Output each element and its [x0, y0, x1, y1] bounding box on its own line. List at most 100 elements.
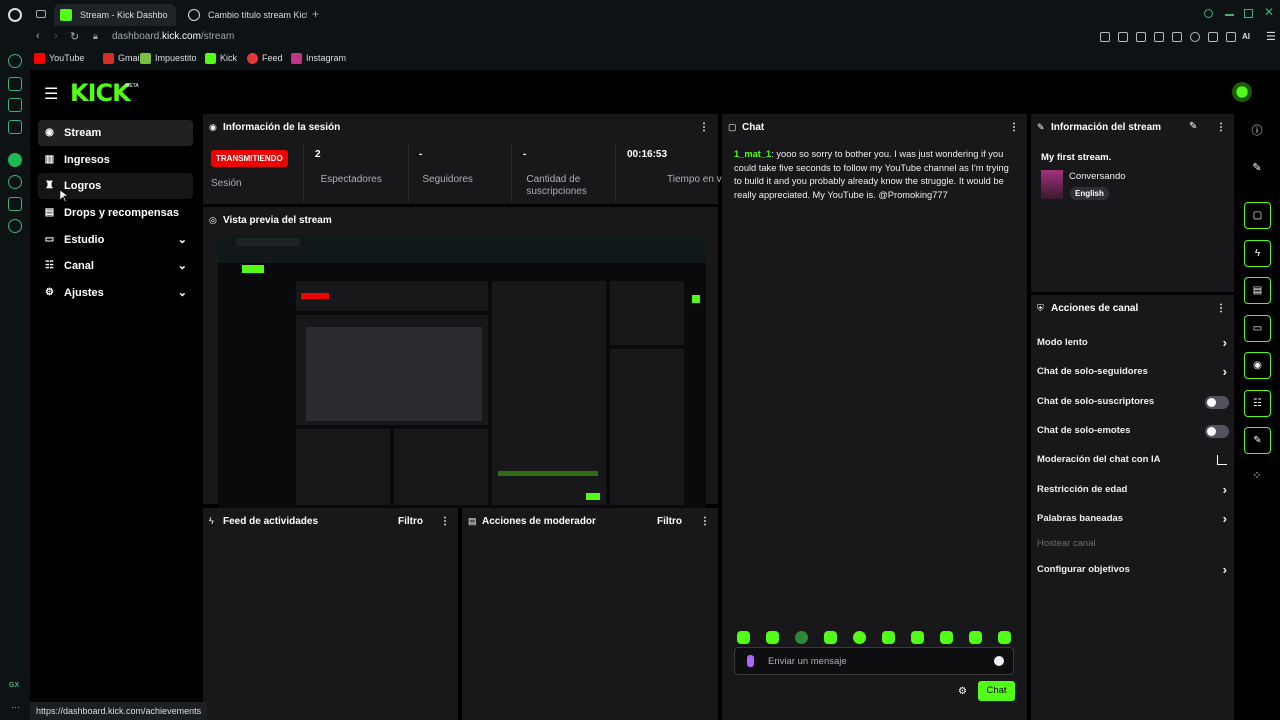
panel-title: Acciones de canal: [1051, 303, 1139, 314]
kebab-menu-icon[interactable]: ⋮: [699, 122, 709, 133]
ai-label[interactable]: AI: [1242, 32, 1250, 41]
edit-icon[interactable]: ✎: [1248, 161, 1266, 179]
snapshot-icon[interactable]: [1118, 32, 1128, 42]
settings-icon[interactable]: [8, 219, 22, 233]
extension-icon[interactable]: [1154, 32, 1164, 42]
forward-icon[interactable]: ›: [54, 30, 58, 42]
rail-chat-button[interactable]: ▭: [1244, 315, 1271, 342]
rail-more-icon[interactable]: ⁘: [1248, 469, 1266, 487]
heart-icon[interactable]: [1190, 32, 1200, 42]
gx-label[interactable]: GX: [9, 682, 19, 689]
more-icon[interactable]: ⋯: [11, 702, 20, 713]
bookmark-instagram[interactable]: Instagram: [291, 53, 346, 64]
rail-document-button[interactable]: ▤: [1244, 277, 1271, 304]
spotify-icon[interactable]: [8, 153, 22, 167]
sidebar-item-stream[interactable]: ◉ Stream: [38, 120, 193, 146]
sidebar-item-ajustes[interactable]: ⚙ Ajustes ⌄: [38, 280, 193, 306]
bookmark-kick[interactable]: Kick: [205, 53, 237, 64]
kebab-menu-icon[interactable]: ⋮: [1216, 303, 1226, 314]
new-tab-icon[interactable]: +: [312, 7, 319, 21]
rail-flash-button[interactable]: ϟ: [1244, 240, 1271, 267]
rail-wrench-button[interactable]: ✎: [1244, 427, 1271, 454]
download-icon[interactable]: [1208, 32, 1218, 42]
banned-words-row[interactable]: Palabras baneadas ›: [1037, 509, 1227, 529]
maximize-icon[interactable]: [1244, 9, 1253, 18]
browser-sidebar-icon[interactable]: [8, 77, 22, 91]
chat-send-button[interactable]: Chat: [978, 681, 1015, 701]
emote-icon[interactable]: [911, 631, 924, 644]
chat-settings-icon[interactable]: ⚙: [958, 686, 967, 697]
sidebar-item-drops[interactable]: ▤ Drops y recompensas: [38, 200, 193, 226]
close-icon[interactable]: ✕: [1264, 5, 1274, 19]
rail-layout-button[interactable]: ☷: [1244, 390, 1271, 417]
back-icon[interactable]: ‹: [36, 30, 40, 42]
emote-icon[interactable]: [766, 631, 779, 644]
tab-stream[interactable]: Stream - Kick Dashbo: [54, 4, 176, 26]
share-icon[interactable]: [1226, 32, 1236, 42]
microphone-icon[interactable]: [747, 655, 754, 667]
minimize-icon[interactable]: [1225, 14, 1234, 16]
emote-icon[interactable]: [940, 631, 953, 644]
browser-sidebar-icon[interactable]: [8, 197, 22, 211]
slow-mode-row[interactable]: Modo lento ›: [1037, 333, 1227, 353]
sidebar-item-canal[interactable]: ☷ Canal ⌄: [38, 253, 193, 279]
emote-icon[interactable]: [969, 631, 982, 644]
info-icon[interactable]: ⓘ: [1248, 122, 1266, 140]
extension-icon[interactable]: [1136, 32, 1146, 42]
browser-sidebar-icon[interactable]: [8, 98, 22, 112]
bookmark-gmail[interactable]: Gmail: [103, 53, 142, 64]
emotes-only-row: Chat de solo-emotes: [1037, 421, 1229, 441]
play-icon[interactable]: [1172, 32, 1182, 42]
emote-icon[interactable]: [795, 631, 808, 644]
bookmark-page-icon[interactable]: [1100, 32, 1110, 42]
chat-message-input[interactable]: Enviar un mensaje: [734, 647, 1014, 675]
preview-tab: [236, 238, 300, 246]
history-icon[interactable]: [8, 175, 22, 189]
filter-button[interactable]: Filtro: [657, 516, 682, 527]
bookmark-impuestito[interactable]: Impuestito: [140, 53, 197, 64]
kick-logo[interactable]: KICK: [70, 79, 131, 107]
edit-icon[interactable]: ✎: [1189, 121, 1197, 132]
tab-cambio[interactable]: Cambio título stream Kick: [182, 4, 307, 26]
emote-icon[interactable]: [824, 631, 837, 644]
filter-button[interactable]: Filtro: [398, 516, 423, 527]
age-restriction-row[interactable]: Restricción de edad ›: [1037, 480, 1227, 500]
kebab-menu-icon[interactable]: ⋮: [440, 516, 450, 527]
menu-icon[interactable]: ☰: [1266, 30, 1276, 43]
url-field[interactable]: dashboard.kick.com/stream: [112, 31, 234, 42]
category-name[interactable]: Conversando: [1069, 171, 1126, 182]
kebab-menu-icon[interactable]: ⋮: [700, 516, 710, 527]
sidebar-item-estudio[interactable]: ▭ Estudio ⌄: [38, 227, 193, 253]
emote-icon[interactable]: [853, 631, 866, 644]
subscribers-only-toggle[interactable]: [1205, 396, 1229, 409]
followers-only-row[interactable]: Chat de solo-seguidores ›: [1037, 362, 1227, 382]
emote-icon[interactable]: [998, 631, 1011, 644]
hamburger-menu-icon[interactable]: ☰: [44, 84, 58, 104]
browser-sidebar-icon[interactable]: [8, 54, 22, 68]
browser-sidebar-icon[interactable]: [8, 120, 22, 134]
emoji-icon[interactable]: [994, 656, 1004, 666]
stream-preview-video[interactable]: [218, 235, 706, 508]
document-icon: ▤: [468, 516, 477, 526]
sidebar-item-ingresos[interactable]: ▥ Ingresos: [38, 147, 193, 173]
emotes-only-toggle[interactable]: [1205, 425, 1229, 438]
chat-username[interactable]: 1_mat_1: [734, 149, 771, 159]
rail-broadcast-button[interactable]: ◉: [1244, 352, 1271, 379]
bookmark-feed[interactable]: Feed: [247, 53, 283, 64]
reload-icon[interactable]: ↻: [70, 30, 79, 43]
opera-gx-logo[interactable]: [8, 8, 22, 22]
configure-goals-row[interactable]: Configurar objetivos ›: [1037, 560, 1227, 580]
workspace-icon[interactable]: [36, 10, 46, 18]
chevron-right-icon: ›: [1222, 511, 1227, 526]
user-avatar[interactable]: [1232, 82, 1252, 102]
emote-icon[interactable]: [882, 631, 895, 644]
kebab-menu-icon[interactable]: ⋮: [1009, 122, 1019, 133]
ai-moderation-row[interactable]: Moderación del chat con IA: [1037, 450, 1227, 470]
emote-icon[interactable]: [737, 631, 750, 644]
rail-clip-button[interactable]: ▢: [1244, 202, 1271, 229]
search-icon[interactable]: [1204, 9, 1213, 18]
shield-icon: ⛨: [1037, 303, 1044, 313]
bookmark-youtube[interactable]: YouTube: [34, 53, 84, 64]
divider: [408, 144, 409, 202]
kebab-menu-icon[interactable]: ⋮: [1216, 122, 1226, 133]
